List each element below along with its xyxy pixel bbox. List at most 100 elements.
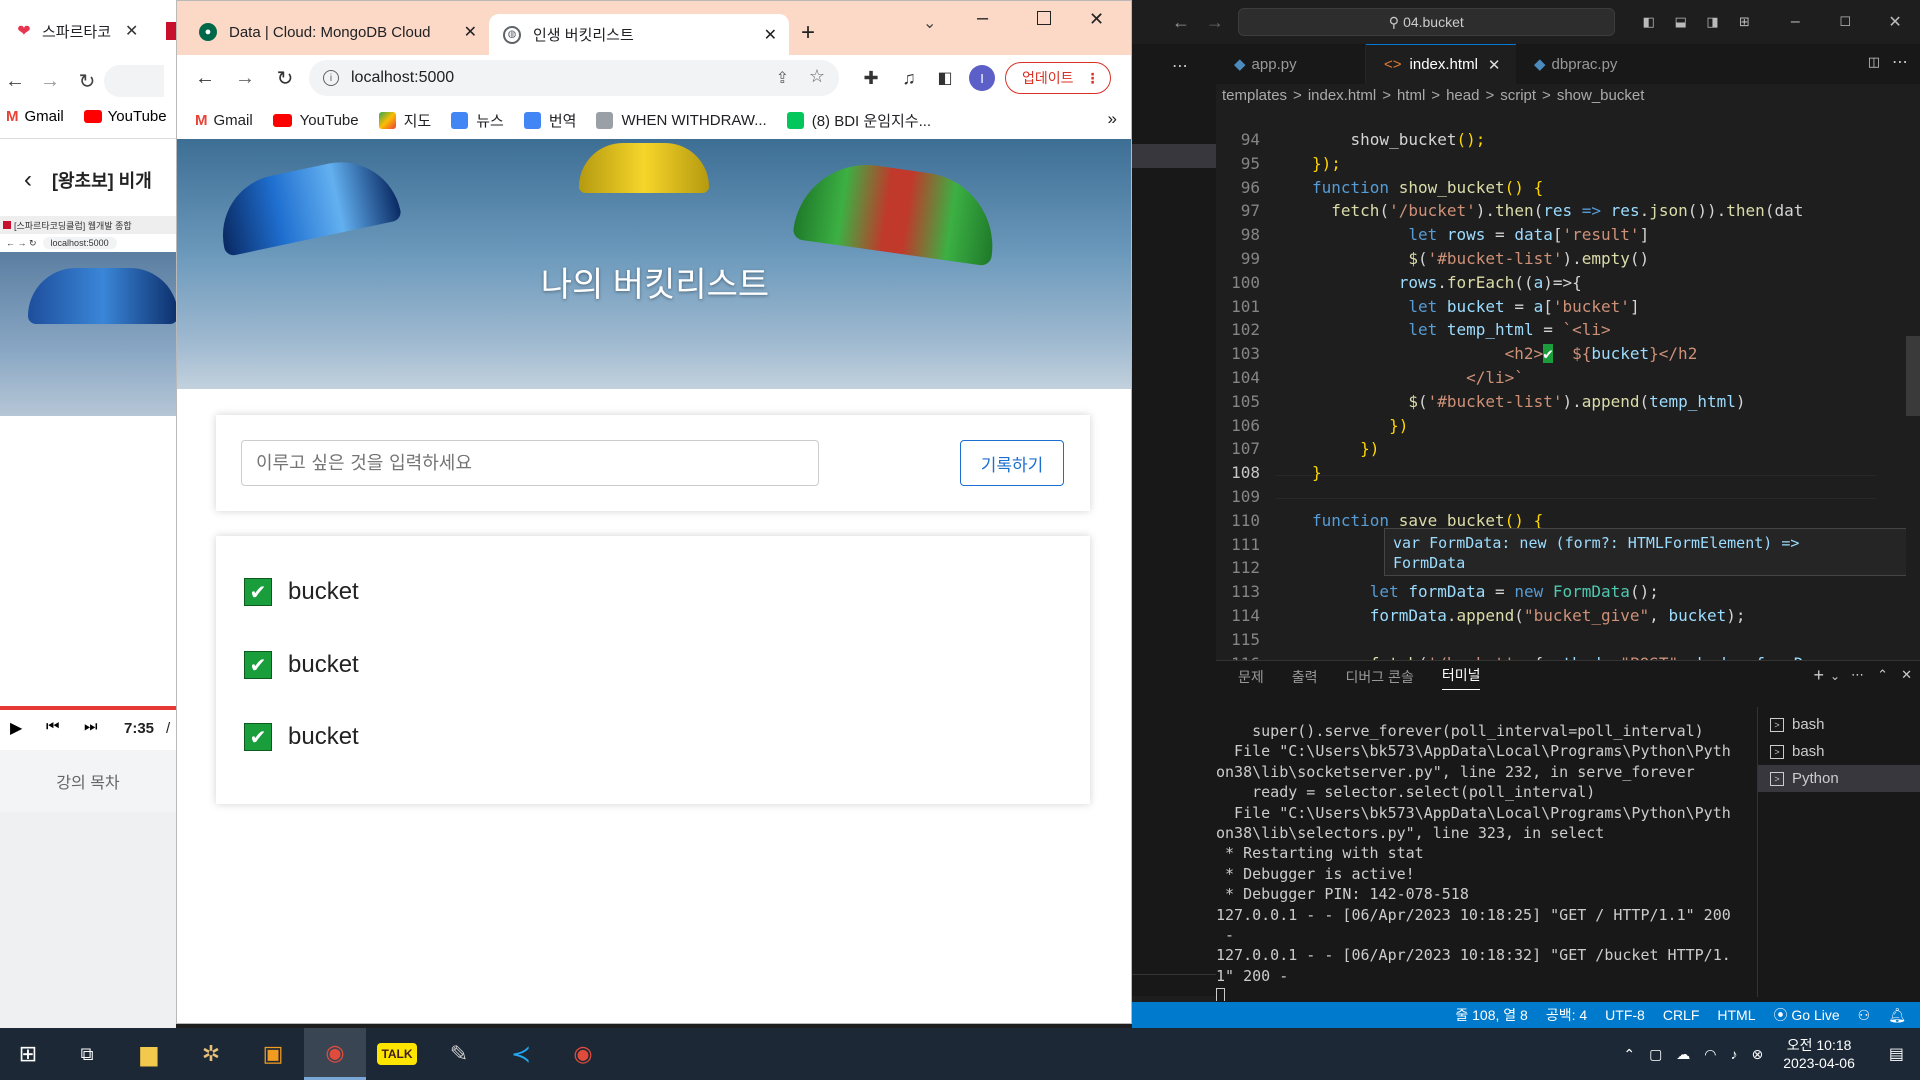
tab-index-html[interactable]: <> index.html ✕ — [1366, 44, 1516, 84]
share-icon[interactable]: ⇪ — [776, 68, 789, 88]
ime-icon[interactable]: ⊗ — [1752, 1046, 1764, 1063]
kakaotalk-icon[interactable]: TALK — [366, 1028, 428, 1080]
more-icon[interactable]: ⋯ — [1892, 52, 1908, 72]
back-icon[interactable]: ← — [185, 67, 225, 90]
more-icon[interactable]: ⋯ — [1851, 667, 1864, 683]
minimap[interactable] — [1906, 106, 1920, 660]
outlook-icon[interactable]: ▣ — [242, 1028, 304, 1080]
update-button[interactable]: 업데이트 ⋮ — [1005, 62, 1111, 94]
bookmark-news[interactable]: 뉴스 — [451, 110, 504, 131]
bookmark-gmail[interactable]: M Gmail — [195, 112, 253, 129]
line-ending[interactable]: CRLF — [1663, 1007, 1700, 1023]
bookmarks-more-icon[interactable]: » — [1108, 109, 1117, 129]
task-view-icon[interactable]: ⧉ — [56, 1028, 118, 1080]
terminal-bash-2[interactable]: > bash — [1758, 738, 1920, 765]
go-live-button[interactable]: ⦿ Go Live — [1774, 1005, 1840, 1025]
chrome-icon[interactable]: ◉ — [552, 1028, 614, 1080]
clock[interactable]: 오전 10:18 2023-04-06 — [1783, 1036, 1855, 1072]
tab-app-py[interactable]: ◆ app.py — [1216, 44, 1366, 84]
forward-icon[interactable]: → — [30, 70, 70, 93]
progress-bar[interactable] — [0, 706, 176, 710]
toc-button[interactable]: 강의 목차 — [0, 750, 176, 812]
extensions-icon[interactable]: ✚ — [851, 68, 891, 89]
code-editor[interactable]: 94 95 96 97 98 99 100 101 102 103 104 105 106 107 108 1… — [1216, 106, 1920, 660]
back-icon[interactable]: ← — [0, 70, 30, 93]
vscode-icon[interactable]: ≺ — [490, 1028, 552, 1080]
address-bar[interactable]: i localhost:5000 ⇪ ☆ — [309, 60, 839, 96]
tab-mongodb[interactable]: ● Data | Cloud: MongoDB Cloud ✕ — [187, 14, 487, 50]
indentation[interactable]: 공백: 4 — [1546, 1005, 1587, 1025]
device-icon[interactable]: ▢ — [1649, 1046, 1662, 1063]
info-icon[interactable]: i — [323, 70, 339, 86]
reload-icon[interactable]: ↻ — [265, 66, 305, 91]
app-icon[interactable]: ✲ — [180, 1028, 242, 1080]
chevron-up-icon[interactable]: ⌃ — [1623, 1046, 1635, 1063]
cloud-icon[interactable]: ☁ — [1676, 1046, 1690, 1063]
crumb[interactable]: index.html — [1308, 87, 1376, 104]
more-icon[interactable]: ⋯ — [1172, 56, 1188, 76]
bookmark-youtube[interactable]: YouTube — [272, 112, 359, 129]
bookmark-withdraw[interactable]: WHEN WITHDRAW... — [596, 111, 767, 129]
account-icon[interactable]: ⚇ — [1858, 1007, 1871, 1024]
terminal-python[interactable]: > Python — [1758, 765, 1920, 792]
paint-icon[interactable]: ✎ — [428, 1028, 490, 1080]
bookmark-bdi[interactable]: (8) BDI 운임지수... — [786, 110, 931, 131]
bell-icon[interactable]: 🔔︎ — [1888, 1007, 1906, 1024]
forward-icon[interactable]: → — [225, 67, 265, 90]
chevron-up-icon[interactable]: ⌃ — [1877, 667, 1888, 683]
prev-icon[interactable]: ⏮ — [46, 718, 60, 735]
crumb[interactable]: templates — [1222, 87, 1287, 104]
cursor-position[interactable]: 줄 108, 열 8 — [1455, 1005, 1527, 1025]
bookmark-youtube[interactable]: YouTube — [108, 108, 167, 125]
left-tab[interactable]: ❤ 스파르타코 ✕ — [2, 14, 160, 48]
bookmark-gmail[interactable]: Gmail — [25, 108, 64, 125]
new-terminal-icon[interactable]: + — [1813, 665, 1824, 686]
close-icon[interactable]: ✕ — [464, 22, 477, 42]
chevron-left-icon[interactable]: ‹ — [24, 166, 32, 194]
selected-row[interactable] — [1132, 144, 1216, 168]
close-icon[interactable]: ✕ — [125, 21, 138, 41]
windows-start-icon[interactable]: ⊞ — [0, 1028, 56, 1080]
layout-sidebar-icon[interactable]: ◧ — [1633, 14, 1665, 30]
tab-dbprac-py[interactable]: ◆ dbprac.py — [1516, 44, 1666, 84]
media-icon[interactable]: ♫ — [891, 68, 927, 89]
file-explorer-icon[interactable]: ▆ — [118, 1028, 180, 1080]
reload-icon[interactable]: ↻ — [70, 69, 104, 94]
minimap-slider[interactable] — [1906, 336, 1920, 416]
tab-output[interactable]: 출력 — [1292, 667, 1318, 687]
minimize-icon[interactable]: – — [977, 7, 988, 30]
close-icon[interactable]: ✕ — [764, 25, 777, 45]
crumb[interactable]: head — [1446, 87, 1479, 104]
close-window-icon[interactable]: ✕ — [1870, 12, 1920, 32]
chevron-down-icon[interactable]: ⌄ — [1830, 669, 1840, 683]
layout-secondary-icon[interactable]: ◨ — [1697, 14, 1729, 30]
tab-debug-console[interactable]: 디버그 콘솔 — [1346, 667, 1414, 687]
split-editor-icon[interactable]: ◫ — [1868, 54, 1880, 70]
back-icon[interactable]: ← — [1164, 12, 1198, 33]
forward-icon[interactable]: → — [1198, 12, 1232, 33]
new-tab-icon[interactable]: + — [801, 19, 815, 47]
star-icon[interactable]: ☆ — [809, 66, 825, 87]
close-icon[interactable]: ✕ — [1901, 667, 1912, 683]
close-window-icon[interactable]: ✕ — [1089, 9, 1104, 30]
maximize-icon[interactable]: ☐ — [1820, 14, 1870, 30]
bucket-input[interactable] — [241, 440, 819, 486]
terminal-bash-1[interactable]: > bash — [1758, 711, 1920, 738]
wifi-icon[interactable]: ◠ — [1704, 1046, 1716, 1063]
close-icon[interactable]: ✕ — [1488, 56, 1501, 74]
terminal-output[interactable]: super().serve_forever(poll_interval=poll… — [1216, 721, 1756, 1001]
tab-terminal[interactable]: 터미널 — [1441, 665, 1481, 690]
crumb[interactable]: script — [1500, 87, 1536, 104]
profile-avatar[interactable]: I — [969, 65, 995, 91]
minimize-icon[interactable]: – — [1770, 13, 1820, 31]
encoding[interactable]: UTF-8 — [1605, 1007, 1645, 1023]
sidepanel-icon[interactable]: ◧ — [927, 68, 963, 88]
left-address-bar[interactable] — [104, 65, 164, 97]
chrome-icon[interactable]: ◉ — [304, 1028, 366, 1080]
crumb[interactable]: show_bucket — [1557, 87, 1645, 104]
bookmark-map[interactable]: 지도 — [378, 110, 431, 131]
tab-problems[interactable]: 문제 — [1238, 667, 1264, 687]
volume-icon[interactable]: ♪ — [1731, 1046, 1738, 1062]
tab-bucketlist[interactable]: ◍ 인생 버킷리스트 ✕ — [489, 14, 789, 55]
play-icon[interactable]: ▶ — [10, 718, 22, 738]
